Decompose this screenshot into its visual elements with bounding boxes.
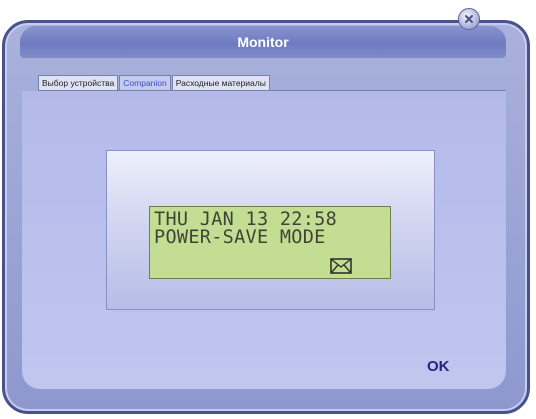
tab-divider [38,90,506,91]
ok-button[interactable]: OK [427,358,450,375]
lcd-line-2: POWER-SAVE MODE [154,227,326,248]
close-icon [465,15,473,23]
tab-consumables[interactable]: Расходные материалы [171,75,270,90]
tab-companion[interactable]: Companion [119,75,171,90]
title-bar: Monitor [20,26,506,58]
close-button[interactable] [458,8,480,30]
lcd-display: THU JAN 13 22:58 POWER-SAVE MODE [149,206,391,279]
envelope-icon [330,258,352,274]
tab-device-selection[interactable]: Выбор устройства [38,75,119,90]
window-title: Monitor [237,34,289,50]
tab-bar: Выбор устройства Companion Расходные мат… [38,74,271,90]
